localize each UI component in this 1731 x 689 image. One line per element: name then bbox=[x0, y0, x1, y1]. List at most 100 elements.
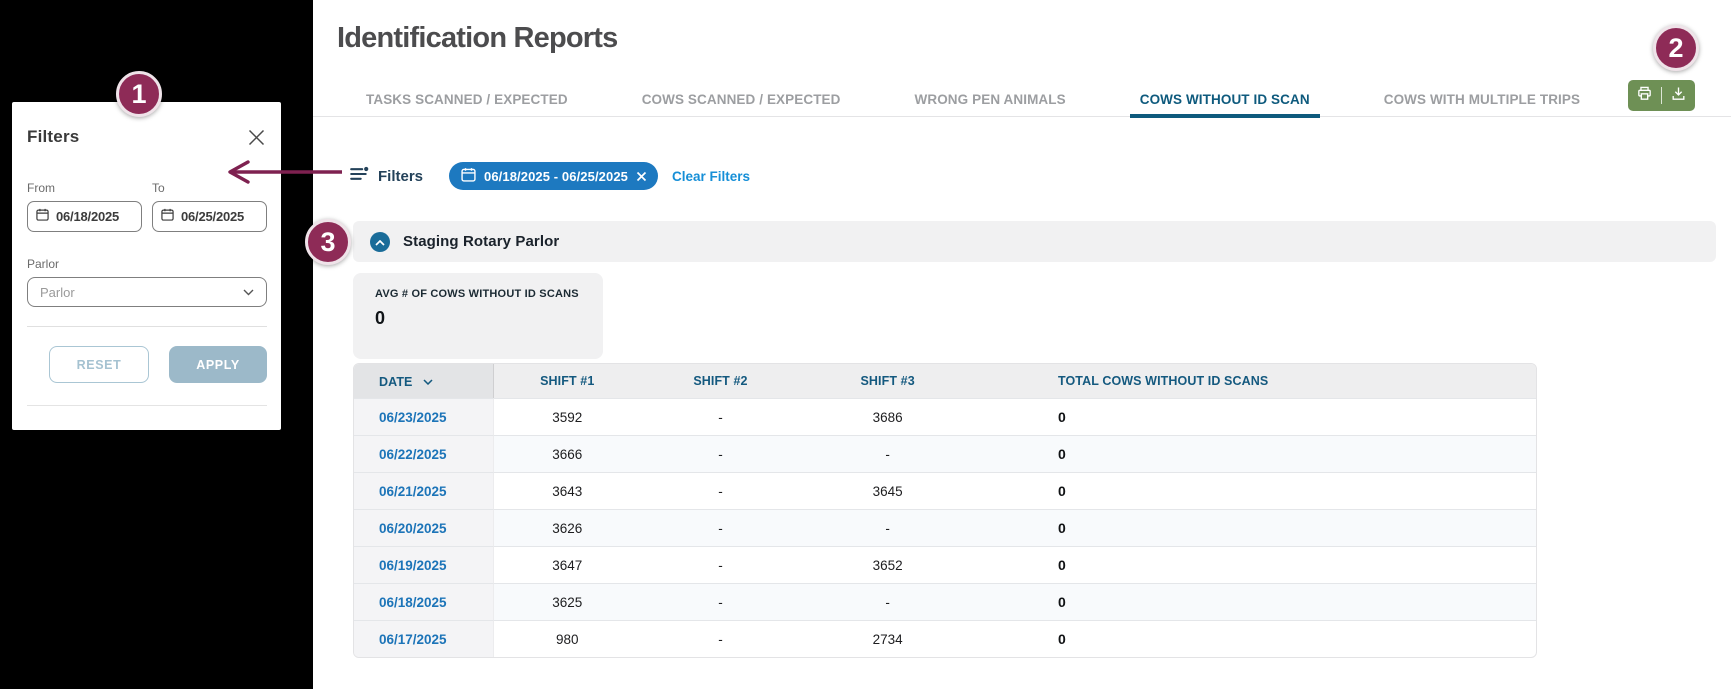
shift2-value: - bbox=[641, 398, 801, 435]
shift3-value: 3652 bbox=[800, 546, 975, 583]
annotation-step-2: 2 bbox=[1653, 25, 1699, 71]
total-value: 0 bbox=[975, 435, 1536, 472]
avg-cows-card-label: AVG # OF COWS WITHOUT ID SCANS bbox=[375, 288, 581, 300]
table-row: 06/19/2025 3647 - 3652 0 bbox=[354, 546, 1536, 583]
calendar-icon bbox=[161, 208, 174, 226]
date-range-chip[interactable]: 06/18/2025 - 06/25/2025 bbox=[449, 162, 658, 190]
panel-divider bbox=[27, 326, 267, 327]
date-link[interactable]: 06/23/2025 bbox=[354, 398, 494, 435]
total-value: 0 bbox=[975, 583, 1536, 620]
total-value: 0 bbox=[975, 620, 1536, 657]
table-row: 06/20/2025 3626 - - 0 bbox=[354, 509, 1536, 546]
shift1-value: 3592 bbox=[494, 398, 641, 435]
shift1-value: 3626 bbox=[494, 509, 641, 546]
shift2-value: - bbox=[641, 472, 801, 509]
to-date-value: 06/25/2025 bbox=[181, 209, 244, 224]
column-header-shift2: SHIFT #2 bbox=[641, 364, 801, 398]
printer-icon bbox=[1636, 85, 1653, 107]
table-row: 06/23/2025 3592 - 3686 0 bbox=[354, 398, 1536, 435]
from-date-input[interactable]: 06/18/2025 bbox=[27, 201, 142, 232]
tab-cows-without-id-scan[interactable]: COWS WITHOUT ID SCAN bbox=[1134, 83, 1316, 117]
parlor-select[interactable]: Parlor bbox=[27, 277, 267, 307]
shift2-value: - bbox=[641, 546, 801, 583]
date-link[interactable]: 06/21/2025 bbox=[354, 472, 494, 509]
total-value: 0 bbox=[975, 509, 1536, 546]
date-range-chip-label: 06/18/2025 - 06/25/2025 bbox=[484, 169, 628, 184]
calendar-icon bbox=[36, 208, 49, 226]
date-header-label: DATE bbox=[379, 375, 413, 389]
annotation-step-1: 1 bbox=[116, 71, 162, 117]
parlor-section-title: Staging Rotary Parlor bbox=[403, 233, 559, 250]
table-row: 06/22/2025 3666 - - 0 bbox=[354, 435, 1536, 472]
calendar-icon bbox=[461, 167, 476, 185]
column-header-date[interactable]: DATE bbox=[354, 364, 494, 398]
tab-tasks-scanned-expected[interactable]: TASKS SCANNED / EXPECTED bbox=[360, 83, 574, 117]
shift3-value: 3645 bbox=[800, 472, 975, 509]
parlor-section-header[interactable]: Staging Rotary Parlor bbox=[353, 221, 1716, 262]
download-button[interactable] bbox=[1662, 80, 1695, 111]
tab-cows-with-multiple-trips[interactable]: COWS WITH MULTIPLE TRIPS bbox=[1378, 83, 1586, 117]
table-header-row: DATE SHIFT #1 SHIFT #2 SHIFT #3 TOTAL CO… bbox=[354, 364, 1536, 398]
shift1-value: 3666 bbox=[494, 435, 641, 472]
shift1-value: 3647 bbox=[494, 546, 641, 583]
report-tabs: TASKS SCANNED / EXPECTED COWS SCANNED / … bbox=[313, 83, 1731, 117]
total-value: 0 bbox=[975, 546, 1536, 583]
collapse-toggle[interactable] bbox=[370, 232, 390, 252]
date-link[interactable]: 06/19/2025 bbox=[354, 546, 494, 583]
print-button[interactable] bbox=[1628, 80, 1661, 111]
clear-filters-link[interactable]: Clear Filters bbox=[672, 169, 750, 184]
export-button-group bbox=[1628, 80, 1695, 111]
chevron-up-icon bbox=[375, 233, 385, 251]
cows-without-id-table: DATE SHIFT #1 SHIFT #2 SHIFT #3 TOTAL CO… bbox=[353, 363, 1537, 658]
table-row: 06/21/2025 3643 - 3645 0 bbox=[354, 472, 1536, 509]
from-label: From bbox=[27, 181, 142, 195]
shift1-value: 980 bbox=[494, 620, 641, 657]
shift3-value: 3686 bbox=[800, 398, 975, 435]
avg-cows-card: AVG # OF COWS WITHOUT ID SCANS 0 bbox=[353, 273, 603, 359]
main-content: Identification Reports TASKS SCANNED / E… bbox=[313, 0, 1731, 689]
chevron-down-icon bbox=[243, 283, 254, 301]
avg-cows-card-value: 0 bbox=[375, 308, 581, 329]
to-date-input[interactable]: 06/25/2025 bbox=[152, 201, 267, 232]
date-link[interactable]: 06/20/2025 bbox=[354, 509, 494, 546]
filter-bar-label: Filters bbox=[378, 168, 423, 185]
close-icon[interactable] bbox=[245, 126, 267, 148]
download-icon bbox=[1670, 85, 1687, 107]
column-header-shift1: SHIFT #1 bbox=[494, 364, 641, 398]
shift1-value: 3643 bbox=[494, 472, 641, 509]
apply-button[interactable]: APPLY bbox=[169, 346, 267, 383]
reset-button[interactable]: RESET bbox=[49, 346, 149, 383]
parlor-select-placeholder: Parlor bbox=[40, 285, 75, 300]
annotation-step-3: 3 bbox=[305, 219, 351, 265]
shift3-value: - bbox=[800, 435, 975, 472]
total-value: 0 bbox=[975, 472, 1536, 509]
shift2-value: - bbox=[641, 509, 801, 546]
left-arrow-icon bbox=[218, 157, 344, 192]
shift3-value: 2734 bbox=[800, 620, 975, 657]
date-link[interactable]: 06/17/2025 bbox=[354, 620, 494, 657]
total-value: 0 bbox=[975, 398, 1536, 435]
table-row: 06/18/2025 3625 - - 0 bbox=[354, 583, 1536, 620]
date-link[interactable]: 06/22/2025 bbox=[354, 435, 494, 472]
filter-icon bbox=[350, 166, 369, 187]
shift3-value: - bbox=[800, 583, 975, 620]
page-title: Identification Reports bbox=[337, 22, 617, 55]
filters-panel: Filters From 06/18/2025 To 06/25/2025 bbox=[12, 102, 281, 430]
column-header-shift3: SHIFT #3 bbox=[800, 364, 975, 398]
from-date-value: 06/18/2025 bbox=[56, 209, 119, 224]
date-link[interactable]: 06/18/2025 bbox=[354, 583, 494, 620]
parlor-label: Parlor bbox=[27, 257, 267, 271]
column-header-total: TOTAL COWS WITHOUT ID SCANS bbox=[975, 364, 1536, 398]
shift3-value: - bbox=[800, 509, 975, 546]
filter-bar: Filters 06/18/2025 - 06/25/2025 Clear Fi… bbox=[350, 162, 750, 190]
filters-panel-title: Filters bbox=[27, 127, 79, 147]
panel-bottom-divider bbox=[27, 405, 267, 406]
shift2-value: - bbox=[641, 583, 801, 620]
tab-cows-scanned-expected[interactable]: COWS SCANNED / EXPECTED bbox=[636, 83, 847, 117]
chip-close-icon[interactable] bbox=[636, 171, 647, 182]
shift1-value: 3625 bbox=[494, 583, 641, 620]
chevron-down-icon bbox=[423, 374, 433, 388]
shift2-value: - bbox=[641, 435, 801, 472]
table-row: 06/17/2025 980 - 2734 0 bbox=[354, 620, 1536, 657]
tab-wrong-pen-animals[interactable]: WRONG PEN ANIMALS bbox=[909, 83, 1072, 117]
